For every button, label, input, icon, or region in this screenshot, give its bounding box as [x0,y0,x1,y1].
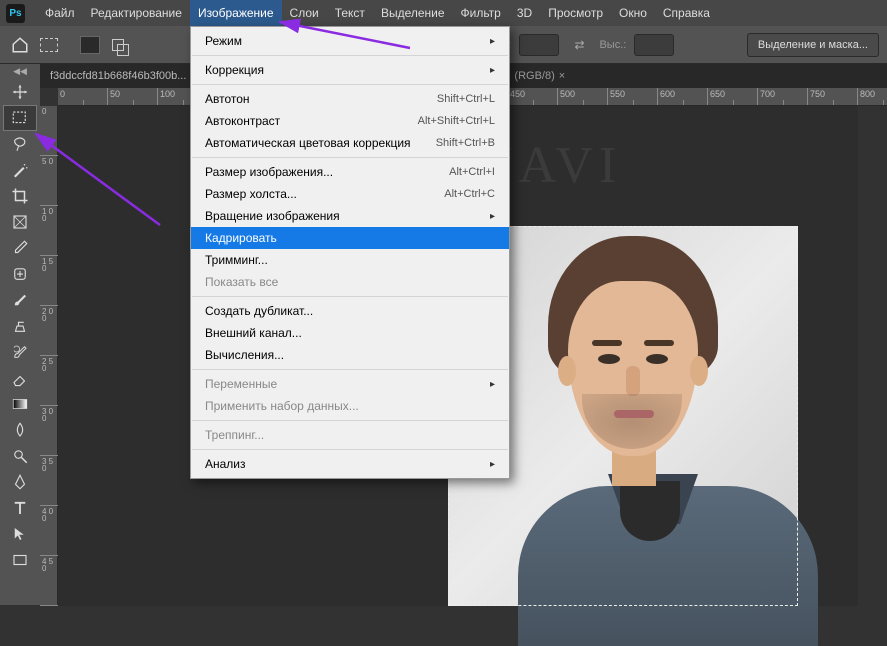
app-logo: Ps [6,4,25,23]
marquee-tool[interactable] [3,105,37,131]
menu-item-автоматическая-цветовая-коррекция[interactable]: Автоматическая цветовая коррекцияShift+C… [191,132,509,154]
height-input[interactable] [634,34,674,56]
subtract-selection-icon[interactable] [136,33,156,57]
select-and-mask-button[interactable]: Выделение и маска... [747,33,879,57]
menu-изображение[interactable]: Изображение [190,0,282,26]
eyedropper-tool[interactable] [3,235,37,261]
menu-просмотр[interactable]: Просмотр [540,0,611,26]
menu-item-внешний-канал-[interactable]: Внешний канал... [191,322,509,344]
frame-tool[interactable] [3,209,37,235]
menubar: Ps ФайлРедактированиеИзображениеСлоиТекс… [0,0,887,26]
magic-wand-tool[interactable] [3,157,37,183]
type-tool[interactable] [3,495,37,521]
marquee-indicator-icon [40,38,58,52]
gradient-tool[interactable] [3,391,37,417]
menu-item-анализ[interactable]: Анализ [191,453,509,475]
height-label: Выс.: [599,39,626,51]
left-toolbar: ◀◀ [0,64,40,605]
menu-item-размер-изображения-[interactable]: Размер изображения...Alt+Ctrl+I [191,161,509,183]
history-brush-tool[interactable] [3,339,37,365]
document-tab[interactable]: f3ddccfd81b668f46b3f00b... [42,70,194,82]
lasso-tool[interactable] [3,131,37,157]
pen-tool[interactable] [3,469,37,495]
app-logo-text: Ps [9,8,21,19]
blur-tool[interactable] [3,417,37,443]
menu-item-вращение-изображения[interactable]: Вращение изображения [191,205,509,227]
intersect-selection-icon[interactable] [164,33,184,57]
menu-фильтр[interactable]: Фильтр [453,0,509,26]
menu-текст[interactable]: Текст [327,0,373,26]
menu-выделение[interactable]: Выделение [373,0,453,26]
close-tab-icon[interactable]: × [559,70,565,82]
menu-3d[interactable]: 3D [509,0,540,26]
vertical-ruler: 05 01 0 01 5 02 0 02 5 03 0 03 5 04 0 04… [40,106,58,605]
home-icon[interactable] [8,33,32,57]
toolbar-toggle-icon[interactable]: ◀◀ [13,66,27,77]
move-tool[interactable] [3,79,37,105]
crop-tool[interactable] [3,183,37,209]
path-selection-tool[interactable] [3,521,37,547]
menu-редактирование[interactable]: Редактирование [83,0,190,26]
brush-tool[interactable] [3,287,37,313]
swap-icon[interactable]: ⇄ [567,33,591,57]
menu-файл[interactable]: Файл [37,0,83,26]
menu-item-размер-холста-[interactable]: Размер холста...Alt+Ctrl+C [191,183,509,205]
menu-item-применить-набор-данных-: Применить набор данных... [191,395,509,417]
menu-item-треппинг-: Треппинг... [191,424,509,446]
menu-item-создать-дубликат-[interactable]: Создать дубликат... [191,300,509,322]
menu-item-режим[interactable]: Режим [191,30,509,52]
clone-stamp-tool[interactable] [3,313,37,339]
menu-окно[interactable]: Окно [611,0,655,26]
menu-item-показать-все: Показать все [191,271,509,293]
menu-item-автотон[interactable]: АвтотонShift+Ctrl+L [191,88,509,110]
menu-item-кадрировать[interactable]: Кадрировать [191,227,509,249]
add-selection-icon[interactable] [108,36,128,54]
menu-item-тримминг-[interactable]: Тримминг... [191,249,509,271]
menu-item-переменные: Переменные [191,373,509,395]
rectangle-tool[interactable] [3,547,37,573]
menu-справка[interactable]: Справка [655,0,718,26]
dodge-tool[interactable] [3,443,37,469]
new-selection-icon[interactable] [80,36,100,54]
document-color-mode: (RGB/8) [514,70,554,82]
menu-item-вычисления-[interactable]: Вычисления... [191,344,509,366]
image-menu-dropdown: Режим Коррекция АвтотонShift+Ctrl+LАвтокон… [190,26,510,479]
menu-item-автоконтраст[interactable]: АвтоконтрастAlt+Shift+Ctrl+L [191,110,509,132]
eraser-tool[interactable] [3,365,37,391]
width-input[interactable] [519,34,559,56]
healing-brush-tool[interactable] [3,261,37,287]
menu-слои[interactable]: Слои [282,0,327,26]
menu-item-коррекция[interactable]: Коррекция [191,59,509,81]
